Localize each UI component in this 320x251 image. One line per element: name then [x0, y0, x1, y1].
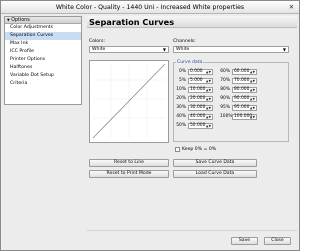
- spinner-arrows-icon[interactable]: ▲▼: [250, 115, 255, 119]
- save-button[interactable]: Save: [231, 237, 258, 245]
- collapse-triangle-icon[interactable]: ▼: [7, 17, 10, 24]
- spinner-arrows-icon[interactable]: ▲▼: [250, 106, 255, 110]
- curve-data-title: Curve data: [176, 60, 204, 65]
- curve-value-input[interactable]: 60.000 ▲▼: [232, 69, 257, 75]
- load-curve-data-button[interactable]: Load Curve Data: [173, 170, 257, 178]
- curve-value-text: 5.000: [190, 78, 203, 83]
- chevron-down-icon: ▼: [282, 47, 286, 52]
- curve-value-text: 0.000: [190, 69, 203, 74]
- curve-percent-label: 10%: [176, 87, 186, 92]
- title-bar[interactable]: White Color - Quality - 1440 Uni - Incre…: [1, 1, 299, 14]
- curve-value-text: 40.000: [190, 114, 206, 119]
- curve-value-input[interactable]: 5.000 ▲▼: [188, 78, 213, 84]
- curve-value-input[interactable]: 100.000 ▲▼: [232, 114, 257, 120]
- sidebar-item-color-adjustments[interactable]: Color Adjustments: [5, 24, 81, 32]
- colors-label: Colors:: [89, 39, 105, 44]
- colors-select[interactable]: White ▼: [89, 46, 169, 53]
- spinner-arrows-icon[interactable]: ▲▼: [206, 88, 211, 92]
- curve-value-text: 90.000: [234, 96, 250, 101]
- curve-value-text: 80.000: [234, 87, 250, 92]
- curve-percent-label: 0%: [179, 69, 186, 74]
- curve-value-text: 30.000: [190, 105, 206, 110]
- curve-graph[interactable]: [89, 60, 169, 143]
- curve-percent-label: 50%: [176, 123, 186, 128]
- channels-select[interactable]: White ▼: [173, 46, 289, 53]
- colors-select-value: White: [92, 47, 106, 52]
- window-close-icon[interactable]: ✕: [287, 3, 296, 11]
- curve-value-input[interactable]: 10.000 ▲▼: [188, 87, 213, 93]
- spinner-arrows-icon[interactable]: ▲▼: [206, 97, 211, 101]
- curve-value-text: 95.000: [234, 105, 250, 110]
- curve-percent-label: 60%: [220, 69, 230, 74]
- curve-percent-label: 5%: [179, 78, 186, 83]
- curve-percent-label: 100%: [220, 114, 233, 119]
- curve-value-input[interactable]: 50.000 ▲▼: [188, 123, 213, 129]
- sidebar-item-halftones[interactable]: Halftones: [5, 64, 81, 72]
- curve-value-text: 10.000: [190, 87, 206, 92]
- keep-zero-label: Keep 0% = 0%: [182, 147, 217, 152]
- sidebar-item-printer-options[interactable]: Printer Options: [5, 56, 81, 64]
- curve-value-input[interactable]: 40.000 ▲▼: [188, 114, 213, 120]
- curve-value-text: 50.000: [190, 123, 206, 128]
- reset-to-line-button[interactable]: Reset to Line: [89, 159, 169, 167]
- curve-value-input[interactable]: 90.000 ▲▼: [232, 96, 257, 102]
- sidebar-item-icc-profile[interactable]: ICC Profile: [5, 48, 81, 56]
- curve-percent-label: 70%: [220, 78, 230, 83]
- options-header[interactable]: ▼ Options: [5, 17, 81, 24]
- spinner-arrows-icon[interactable]: ▲▼: [250, 97, 255, 101]
- curve-value-input[interactable]: 30.000 ▲▼: [188, 105, 213, 111]
- spinner-arrows-icon[interactable]: ▲▼: [206, 70, 211, 74]
- sidebar-item-max-ink[interactable]: Max Ink: [5, 40, 81, 48]
- curve-value-input[interactable]: 80.000 ▲▼: [232, 87, 257, 93]
- curve-value-input[interactable]: 95.000 ▲▼: [232, 105, 257, 111]
- window-title: White Color - Quality - 1440 Uni - Incre…: [55, 4, 245, 11]
- save-curve-data-button[interactable]: Save Curve Data: [173, 159, 257, 167]
- curve-value-text: 20.000: [190, 96, 206, 101]
- spinner-arrows-icon[interactable]: ▲▼: [250, 79, 255, 83]
- spinner-arrows-icon[interactable]: ▲▼: [206, 124, 211, 128]
- curve-graph-svg: [92, 63, 166, 139]
- curve-value-input[interactable]: 20.000 ▲▼: [188, 96, 213, 102]
- footer-divider: [87, 230, 297, 231]
- curve-value-input[interactable]: 70.000 ▲▼: [232, 78, 257, 84]
- curve-percent-label: 80%: [220, 87, 230, 92]
- sidebar-item-separation-curves[interactable]: Separation Curves: [5, 32, 81, 40]
- sidebar-item-variable-dot-setup[interactable]: Variable Dot Setup: [5, 72, 81, 80]
- keep-zero-checkbox[interactable]: [175, 147, 180, 152]
- curve-percent-label: 90%: [220, 96, 230, 101]
- curve-percent-label: 40%: [176, 114, 186, 119]
- reset-to-print-mode-button[interactable]: Reset to Print Mode: [89, 170, 169, 178]
- sidebar-item-list: Color Adjustments Separation Curves Max In…: [5, 24, 81, 88]
- options-header-label: Options: [11, 17, 30, 23]
- curve-percent-label: 95%: [220, 105, 230, 110]
- page-title: Separation Curves: [87, 16, 297, 28]
- curve-data-group: Curve data 0% 0.000 ▲▼ 5% 5.000 ▲▼ 10% 10.000 ▲▼…: [173, 60, 289, 142]
- sidebar-item-criteria[interactable]: Criteria: [5, 80, 81, 88]
- curve-value-input[interactable]: 0.000 ▲▼: [188, 69, 213, 75]
- curve-percent-label: 20%: [176, 96, 186, 101]
- spinner-arrows-icon[interactable]: ▲▼: [250, 70, 255, 74]
- curve-percent-label: 30%: [176, 105, 186, 110]
- spinner-arrows-icon[interactable]: ▲▼: [206, 106, 211, 110]
- channels-label: Channels:: [173, 39, 196, 44]
- spinner-arrows-icon[interactable]: ▲▼: [206, 115, 211, 119]
- curve-value-text: 60.000: [234, 69, 250, 74]
- curve-value-text: 70.000: [234, 78, 250, 83]
- properties-window: White Color - Quality - 1440 Uni - Incre…: [0, 0, 300, 251]
- channels-select-value: White: [176, 47, 190, 52]
- spinner-arrows-icon[interactable]: ▲▼: [250, 88, 255, 92]
- spinner-arrows-icon[interactable]: ▲▼: [206, 79, 211, 83]
- chevron-down-icon: ▼: [162, 47, 166, 52]
- options-sidebar: ▼ Options Color Adjustments Separation Cu…: [4, 16, 82, 105]
- close-button[interactable]: Close: [264, 237, 291, 245]
